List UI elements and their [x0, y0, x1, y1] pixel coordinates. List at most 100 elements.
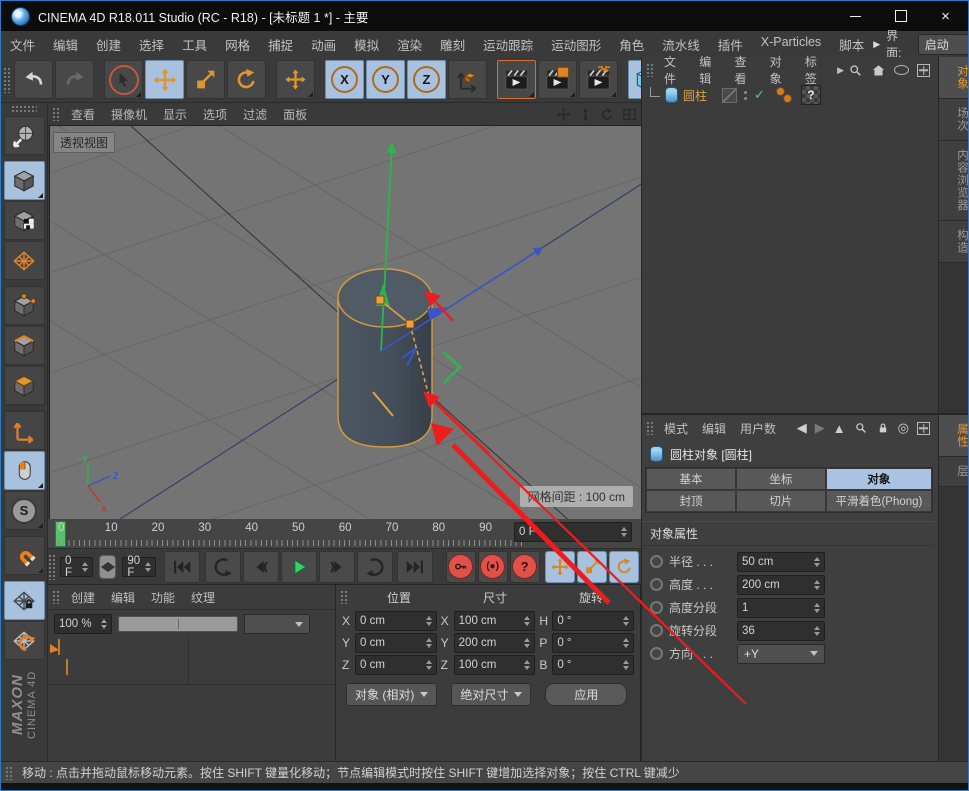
rotation-h-field[interactable]: 0 ° [552, 611, 634, 631]
spinner[interactable] [619, 660, 629, 670]
menubar-item[interactable]: 选择 [130, 35, 173, 54]
timeline-ruler[interactable]: 0102030405060708090 0 F [48, 519, 641, 549]
points-mode-button[interactable] [4, 286, 45, 325]
lock-y-axis-button[interactable]: Y [366, 60, 405, 99]
spinner[interactable] [422, 660, 432, 670]
tab-caps[interactable]: 封顶 [646, 490, 736, 512]
size-mode-dropdown[interactable]: 绝对尺寸 [451, 683, 531, 706]
make-editable-button[interactable] [4, 116, 45, 155]
search-icon[interactable] [848, 63, 863, 78]
undo-button[interactable] [14, 60, 53, 99]
rotate-tool-button[interactable] [227, 60, 266, 99]
coordinates-grip[interactable] [340, 590, 349, 604]
rotation-segments-field[interactable]: 36 [737, 621, 825, 641]
record-scale-toggle[interactable] [577, 551, 607, 583]
view-label[interactable]: 透视视图 [53, 132, 115, 153]
spinner[interactable] [810, 557, 820, 567]
axis-mode-button[interactable] [4, 411, 45, 450]
plane-handle[interactable] [443, 352, 460, 383]
spinner[interactable] [78, 562, 88, 572]
history-forward-icon[interactable]: ▶ [815, 420, 825, 436]
tab-coord[interactable]: 坐标 [736, 468, 826, 490]
workplane-mode-button[interactable] [4, 241, 45, 280]
material-zoom-slider[interactable] [118, 616, 238, 632]
rotation-p-field[interactable]: 0 ° [552, 633, 634, 653]
render-view-button[interactable] [497, 60, 536, 99]
position-z-field[interactable]: 0 cm [355, 655, 437, 675]
menubar-item[interactable]: 文件 [1, 35, 44, 54]
viewport-grip[interactable] [52, 107, 61, 121]
align-workplane-button[interactable] [4, 621, 45, 660]
current-frame-field[interactable]: 0 F [60, 557, 93, 577]
prev-key-button[interactable] [205, 551, 241, 583]
viewport-menu-item[interactable]: 摄像机 [103, 106, 155, 123]
menubar-item[interactable]: X-Particles [752, 35, 830, 54]
size-x-field[interactable]: 100 cm [454, 611, 536, 631]
texture-tag[interactable]: ? [801, 85, 821, 105]
texture-mode-button[interactable] [4, 201, 45, 240]
viewport-menu-item[interactable]: 显示 [155, 106, 195, 123]
next-frame-button[interactable] [319, 551, 355, 583]
autokey-button[interactable]: (●) [478, 551, 508, 583]
tab-phong[interactable]: 平滑着色(Phong) [826, 490, 932, 512]
menubar-item[interactable]: 角色 [610, 35, 653, 54]
size-z-field[interactable]: 100 cm [454, 655, 536, 675]
parent-object-icon[interactable]: ▲ [833, 421, 846, 436]
key-circle-icon[interactable] [650, 555, 663, 568]
tab-object[interactable]: 对象 [826, 468, 932, 490]
menubar-item[interactable]: 网格 [216, 35, 259, 54]
key-circle-icon[interactable] [650, 647, 663, 660]
key-circle-icon[interactable] [650, 601, 663, 614]
object-row-cylinder[interactable]: 圆柱 ✓ ? [642, 83, 934, 107]
paint-layer-swatch[interactable] [66, 659, 68, 675]
spinner[interactable] [619, 638, 629, 648]
model-mode-button[interactable] [4, 161, 45, 200]
om-menu-item[interactable]: 文件 [657, 53, 692, 87]
material-menu-item[interactable]: 纹理 [183, 589, 223, 606]
material-menu-item[interactable]: 编辑 [103, 589, 143, 606]
spinner[interactable] [520, 638, 530, 648]
material-menu-item[interactable]: 创建 [63, 589, 103, 606]
layer-color-box[interactable] [722, 88, 737, 103]
menubar-item[interactable]: 创建 [87, 35, 130, 54]
enable-snap-button[interactable] [4, 536, 45, 575]
om-menu-item[interactable]: 对象 [763, 53, 798, 87]
ruler-frame-field[interactable]: 0 F [514, 522, 632, 542]
history-back-icon[interactable]: ◀ [797, 420, 807, 436]
lock-workplane-button[interactable] [4, 581, 45, 620]
tab-content-browser[interactable]: 内容浏览器 [939, 141, 969, 221]
enable-check-icon[interactable]: ✓ [754, 87, 765, 103]
new-panel-icon[interactable] [917, 422, 930, 435]
menubar-item[interactable]: 运动图形 [542, 35, 610, 54]
apply-button[interactable]: 应用 [545, 683, 627, 706]
position-x-field[interactable]: 0 cm [355, 611, 437, 631]
am-menu-item[interactable]: 编辑 [695, 420, 733, 437]
lock-icon[interactable] [876, 421, 890, 435]
last-tool-button[interactable] [276, 60, 315, 99]
rail-grip[interactable] [11, 105, 37, 113]
spinner[interactable] [617, 527, 627, 537]
lock-z-axis-button[interactable]: Z [407, 60, 446, 99]
editor-render-dots-icon[interactable] [776, 87, 792, 103]
redo-button[interactable] [55, 60, 94, 99]
spinner[interactable] [520, 660, 530, 670]
paint-layer-swatch[interactable] [58, 639, 60, 655]
visibility-dots-icon[interactable] [744, 91, 747, 100]
prev-key-small-icon[interactable] [101, 562, 108, 572]
coordinate-mode-dropdown[interactable]: 对象 (相对) [346, 683, 437, 706]
menubar-item[interactable]: 插件 [709, 35, 752, 54]
add-level-icon[interactable] [917, 64, 930, 77]
om-menu-item[interactable]: 标签 [798, 53, 833, 87]
spinner[interactable] [619, 616, 629, 626]
spinner[interactable] [520, 616, 530, 626]
toggle-views-icon[interactable] [622, 107, 637, 122]
record-rotation-toggle[interactable] [609, 551, 639, 583]
coordinate-system-button[interactable] [448, 60, 487, 99]
tab-takes[interactable]: 场次 [939, 99, 969, 141]
pan-view-icon[interactable] [556, 107, 571, 122]
om-menu-item[interactable]: 查看 [727, 53, 762, 87]
rotation-b-field[interactable]: 0 ° [552, 655, 634, 675]
interface-select[interactable]: 启动 [918, 34, 969, 55]
tab-basic[interactable]: 基本 [646, 468, 736, 490]
goto-start-button[interactable] [164, 551, 200, 583]
